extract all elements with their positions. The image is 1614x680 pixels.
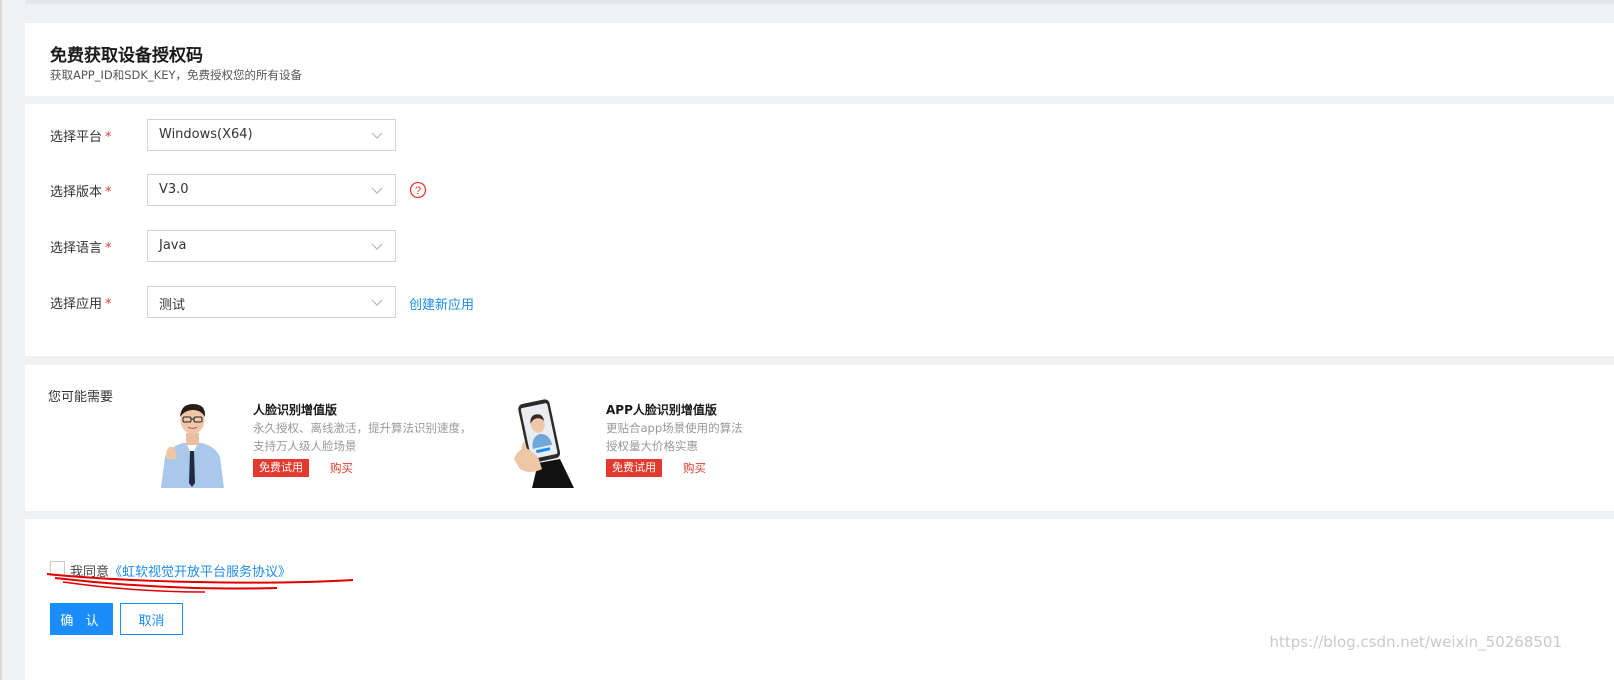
required-mark: * bbox=[105, 130, 112, 145]
language-label: 选择语言 * bbox=[50, 241, 112, 256]
left-border bbox=[0, 0, 2, 680]
chevron-down-icon bbox=[371, 243, 383, 250]
language-select[interactable]: Java bbox=[147, 230, 396, 262]
platform-select-value: Windows(X64) bbox=[159, 127, 253, 142]
watermark: https://blog.csdn.net/weixin_50268501 bbox=[1269, 633, 1562, 651]
free-trial-button[interactable]: 免费试用 bbox=[253, 459, 309, 477]
product-description: 永久授权、离线激活，提升算法识别速度， 支持万人级人脸场景 bbox=[253, 421, 472, 453]
agreement-text: 我同意《虹软视觉开放平台服务协议》 bbox=[70, 561, 291, 580]
agreement-panel: 我同意《虹软视觉开放平台服务协议》 确 认 取消 bbox=[25, 519, 1614, 680]
buy-link[interactable]: 购买 bbox=[683, 460, 706, 476]
hand-holding-phone-image bbox=[508, 395, 583, 488]
man-thumbs-up-image bbox=[155, 395, 230, 488]
top-strip bbox=[25, 0, 1614, 4]
agree-checkbox[interactable] bbox=[50, 561, 65, 576]
free-trial-button[interactable]: 免费试用 bbox=[606, 459, 662, 477]
svg-text:?: ? bbox=[415, 185, 421, 197]
product-description: 更贴合app场景使用的算法 授权量大价格实惠 bbox=[606, 421, 743, 453]
page-subtitle: 获取APP_ID和SDK_KEY，免费授权您的所有设备 bbox=[50, 68, 303, 82]
chevron-down-icon bbox=[371, 299, 383, 306]
buy-link[interactable]: 购买 bbox=[330, 460, 353, 476]
confirm-button[interactable]: 确 认 bbox=[50, 603, 113, 635]
service-agreement-link[interactable]: 《虹软视觉开放平台服务协议》 bbox=[109, 565, 291, 580]
product-name: APP人脸识别增值版 bbox=[606, 403, 717, 417]
chevron-down-icon bbox=[371, 132, 383, 139]
header-panel: 免费获取设备授权码 获取APP_ID和SDK_KEY，免费授权您的所有设备 bbox=[25, 23, 1614, 96]
recommend-title: 您可能需要 bbox=[48, 390, 114, 405]
language-select-value: Java bbox=[159, 238, 187, 253]
app-label: 选择应用 * bbox=[50, 297, 112, 312]
recommend-panel: 您可能需要 人脸识别增值版 永久授权、离线激活，提升算法识别速度， 支持万人级人… bbox=[25, 365, 1614, 511]
required-mark: * bbox=[105, 241, 112, 256]
chevron-down-icon bbox=[371, 187, 383, 194]
create-new-app-link[interactable]: 创建新应用 bbox=[409, 294, 474, 313]
version-label: 选择版本 * bbox=[50, 185, 112, 200]
version-select[interactable]: V3.0 bbox=[147, 174, 396, 206]
agree-prefix: 我同意 bbox=[70, 565, 110, 580]
platform-label: 选择平台 * bbox=[50, 130, 112, 145]
cancel-button[interactable]: 取消 bbox=[120, 603, 183, 635]
page-title: 免费获取设备授权码 bbox=[50, 46, 203, 66]
product-name: 人脸识别增值版 bbox=[253, 403, 338, 417]
form-panel: 选择平台 * Windows(X64) 选择版本 * V3.0 ? 选择语言 * Ja… bbox=[25, 104, 1614, 356]
app-select[interactable]: 测试 bbox=[147, 286, 396, 318]
required-mark: * bbox=[105, 297, 112, 312]
required-mark: * bbox=[105, 185, 112, 200]
question-circle-icon[interactable]: ? bbox=[409, 181, 427, 199]
app-select-value: 测试 bbox=[159, 298, 186, 313]
platform-select[interactable]: Windows(X64) bbox=[147, 119, 396, 151]
version-select-value: V3.0 bbox=[159, 182, 189, 197]
